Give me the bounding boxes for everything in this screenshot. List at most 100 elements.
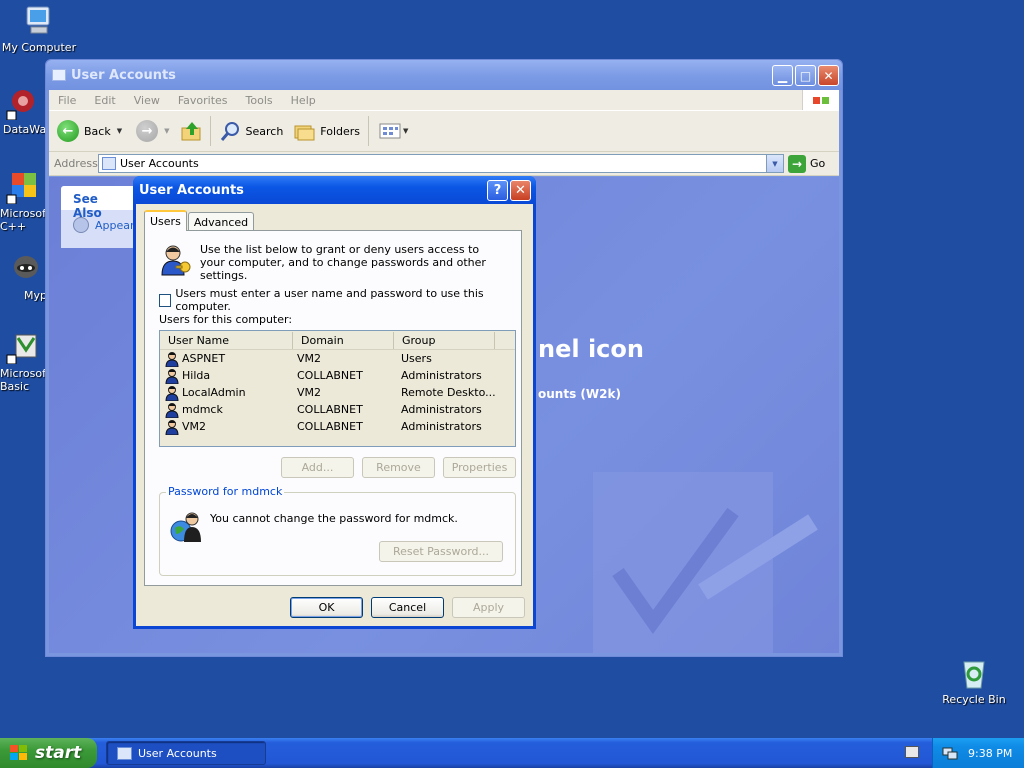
up-folder-button[interactable] xyxy=(180,120,202,142)
user-name-cell: LocalAdmin xyxy=(160,385,293,401)
chevron-down-icon[interactable]: ▼ xyxy=(164,127,169,135)
desktop-icon-microsoft-cpp[interactable]: Microsoft C++ xyxy=(0,170,46,233)
window-title: User Accounts xyxy=(71,67,176,83)
network-icon[interactable] xyxy=(942,745,958,761)
minimize-button[interactable]: ▁ xyxy=(772,65,793,86)
start-button[interactable]: start xyxy=(0,738,97,768)
user-group: Administrators xyxy=(401,403,482,416)
appearance-icon xyxy=(73,217,89,233)
views-button[interactable]: ▼ xyxy=(379,122,408,140)
clock[interactable]: 9:38 PM xyxy=(968,747,1012,760)
user-action-buttons: Add... Remove Properties xyxy=(281,457,516,478)
dialog-titlebar[interactable]: User Accounts xyxy=(133,176,536,204)
folders-button[interactable]: Folders xyxy=(293,120,360,142)
desktop-icon-label: Microsoft C++ xyxy=(0,207,46,233)
close-button[interactable]: ✕ xyxy=(818,65,839,86)
user-domain: VM2 xyxy=(297,386,322,399)
desktop-icon-recycle-bin[interactable]: Recycle Bin xyxy=(936,656,1012,706)
users-list[interactable]: User Name Domain Group ASPNET VM2 Users Hil… xyxy=(159,330,516,447)
checkbox-label: Users must enter a user name and passwor… xyxy=(175,287,484,313)
toolbar: ← Back ▼ → ▼ Search Folders ▼ xyxy=(49,110,839,152)
ok-button[interactable]: OK xyxy=(290,597,363,618)
require-login-checkbox[interactable]: Users must enter a user name and passwor… xyxy=(159,287,521,313)
control-panel-icon xyxy=(117,746,132,760)
chevron-down-icon[interactable]: ▼ xyxy=(117,127,122,135)
control-panel-icon xyxy=(102,157,116,170)
menu-favorites[interactable]: Favorites xyxy=(169,94,237,107)
user-accounts-dialog[interactable]: User Accounts ? ✕ Users Advanced Use the… xyxy=(133,176,536,629)
column-header-domain[interactable]: Domain xyxy=(293,332,394,349)
chevron-down-icon[interactable]: ▼ xyxy=(766,155,783,172)
user-row[interactable]: ASPNET VM2 Users xyxy=(160,350,515,367)
folders-icon xyxy=(294,125,315,141)
dialog-close-button[interactable]: ✕ xyxy=(510,180,531,201)
checkbox-box[interactable] xyxy=(159,293,172,307)
properties-button[interactable]: Properties xyxy=(443,457,516,478)
user-icon xyxy=(165,368,179,384)
user-name-cell: mdmck xyxy=(160,402,293,418)
menu-view[interactable]: View xyxy=(125,94,169,107)
maximize-button[interactable]: □ xyxy=(795,65,816,86)
user-row[interactable]: LocalAdmin VM2 Remote Deskto... xyxy=(160,384,515,401)
forward-arrow-icon: → xyxy=(136,120,159,142)
users-tab-panel: Use the list below to grant or deny user… xyxy=(144,230,522,586)
help-button[interactable]: ? xyxy=(487,180,508,201)
column-header-user-name[interactable]: User Name xyxy=(160,332,293,349)
tab-advanced[interactable]: Advanced xyxy=(187,212,255,231)
cancel-button[interactable]: Cancel xyxy=(371,597,444,618)
see-also-panel: See Also Appear xyxy=(61,186,141,248)
back-label: Back xyxy=(84,124,111,138)
list-header: User Name Domain Group xyxy=(160,331,515,350)
folders-label: Folders xyxy=(320,124,361,138)
remove-user-button[interactable]: Remove xyxy=(362,457,435,478)
toolbar-separator xyxy=(209,116,211,146)
keyboard-icon[interactable] xyxy=(905,746,919,758)
windows-flag-icon xyxy=(802,90,839,110)
column-header-group[interactable]: Group xyxy=(394,332,495,349)
chevron-down-icon[interactable]: ▼ xyxy=(403,127,408,135)
password-group-label: Password for mdmck xyxy=(166,485,285,498)
dialog-title: User Accounts xyxy=(139,182,244,198)
desktop-icon-label: My Computer xyxy=(1,41,77,54)
explorer-titlebar[interactable]: User Accounts xyxy=(46,60,842,90)
user-group: Remote Deskto... xyxy=(401,386,496,399)
password-group: Password for mdmck You cannot change the… xyxy=(159,485,516,576)
menu-help[interactable]: Help xyxy=(282,94,325,107)
windows-logo-icon xyxy=(10,745,27,760)
user-globe-icon xyxy=(170,512,201,542)
desktop-icon-myp[interactable]: Myp xyxy=(0,252,46,302)
search-button[interactable]: Search xyxy=(219,120,284,142)
see-also-header[interactable]: See Also xyxy=(61,186,141,220)
control-panel-heading: nel icon xyxy=(538,335,644,363)
system-tray: 9:38 PM xyxy=(932,738,1024,768)
go-button[interactable]: → Go xyxy=(788,154,825,173)
taskbar-button-user-accounts[interactable]: User Accounts xyxy=(106,741,266,765)
desktop-icon-datawa[interactable]: DataWa xyxy=(0,86,46,136)
user-row[interactable]: VM2 COLLABNET Administrators xyxy=(160,418,515,435)
user-icon xyxy=(165,402,179,418)
user-row[interactable]: Hilda COLLABNET Administrators xyxy=(160,367,515,384)
datawa-icon xyxy=(6,86,40,121)
taskbar: start User Accounts 9:38 PM xyxy=(0,738,1024,768)
desktop-icon-microsoft-basic[interactable]: Microsoft Basic xyxy=(0,330,46,393)
views-icon xyxy=(379,123,401,139)
forward-button[interactable]: → ▼ xyxy=(136,120,170,142)
back-arrow-icon: ← xyxy=(57,120,79,142)
address-field[interactable]: User Accounts ▼ xyxy=(98,154,784,173)
search-label: Search xyxy=(245,124,284,138)
reset-password-button[interactable]: Reset Password... xyxy=(379,541,503,562)
add-user-button[interactable]: Add... xyxy=(281,457,354,478)
desktop-icon-my-computer[interactable]: My Computer xyxy=(1,4,77,54)
menu-tools[interactable]: Tools xyxy=(237,94,282,107)
toolbar-separator xyxy=(368,116,370,146)
back-button[interactable]: ← Back ▼ xyxy=(57,120,122,142)
menu-file[interactable]: File xyxy=(49,94,85,107)
checkmark-watermark-icon xyxy=(593,472,818,653)
my-computer-icon xyxy=(22,4,56,38)
control-panel-subtext[interactable]: ounts (W2k) xyxy=(538,387,621,401)
menu-edit[interactable]: Edit xyxy=(85,94,124,107)
user-row[interactable]: mdmck COLLABNET Administrators xyxy=(160,401,515,418)
user-name: Hilda xyxy=(182,369,211,382)
apply-button[interactable]: Apply xyxy=(452,597,525,618)
tab-users[interactable]: Users xyxy=(144,210,187,231)
